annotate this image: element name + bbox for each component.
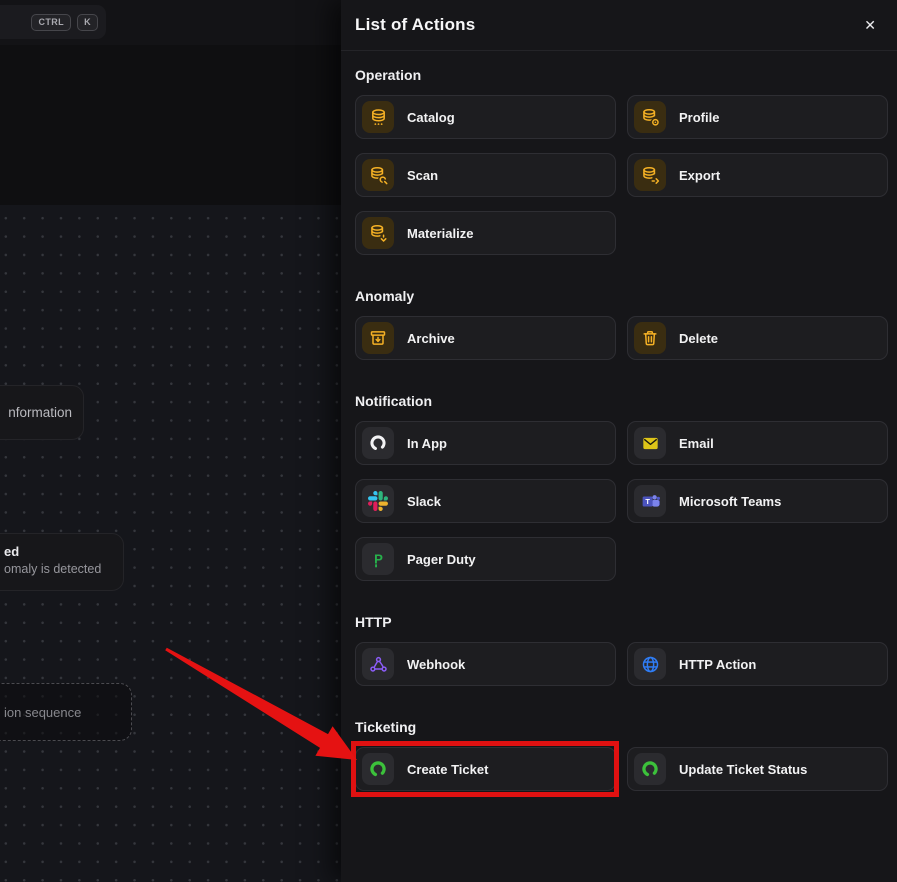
panel-header: List of Actions ✕ bbox=[341, 0, 897, 51]
action-label: Materialize bbox=[407, 225, 474, 241]
search-box[interactable]: CTRL K bbox=[0, 5, 106, 39]
materialize-database-icon bbox=[362, 217, 394, 249]
action-label: Pager Duty bbox=[407, 551, 476, 567]
action-label: Export bbox=[679, 167, 721, 183]
action-button-scan[interactable]: Scan bbox=[355, 153, 616, 197]
trash-icon bbox=[634, 322, 666, 354]
action-button-http-action[interactable]: HTTP Action bbox=[627, 642, 888, 686]
workflow-node-anomaly-detected[interactable]: ed omaly is detected bbox=[0, 533, 124, 591]
action-button-catalog[interactable]: Catalog bbox=[355, 95, 616, 139]
action-button-profile[interactable]: Profile bbox=[627, 95, 888, 139]
action-label: Archive bbox=[407, 330, 455, 346]
action-button-webhook[interactable]: Webhook bbox=[355, 642, 616, 686]
k-key-badge: K bbox=[77, 13, 98, 31]
action-button-export[interactable]: Export bbox=[627, 153, 888, 197]
action-button-delete[interactable]: Delete bbox=[627, 316, 888, 360]
action-label: Create Ticket bbox=[407, 761, 489, 777]
in-app-logo-icon bbox=[362, 427, 394, 459]
action-label: Scan bbox=[407, 167, 439, 183]
node-label: nformation bbox=[8, 405, 72, 420]
action-label: Email bbox=[679, 435, 714, 451]
action-label: In App bbox=[407, 435, 447, 451]
profile-database-icon bbox=[634, 101, 666, 133]
pagerduty-logo-icon: P bbox=[362, 543, 394, 575]
action-button-materialize[interactable]: Materialize bbox=[355, 211, 616, 255]
ticket-logo-icon bbox=[362, 753, 394, 785]
action-button-archive[interactable]: Archive bbox=[355, 316, 616, 360]
section-grid: In App Email Slack T Microsoft Teams P P… bbox=[355, 421, 888, 581]
action-button-in-app[interactable]: In App bbox=[355, 421, 616, 465]
section-grid: Archive Delete bbox=[355, 316, 888, 360]
ticket-logo-icon bbox=[634, 753, 666, 785]
section-title: Anomaly bbox=[355, 288, 415, 304]
action-label: Catalog bbox=[407, 109, 455, 125]
section-grid: Create Ticket Update Ticket Status bbox=[351, 741, 888, 797]
scan-database-icon bbox=[362, 159, 394, 191]
panel-body: Operation Catalog Profile Scan Export Ma… bbox=[341, 51, 897, 797]
ctrl-key-badge: CTRL bbox=[31, 13, 72, 31]
close-icon[interactable]: ✕ bbox=[860, 14, 880, 36]
panel-title: List of Actions bbox=[355, 15, 476, 34]
action-button-pager-duty[interactable]: P Pager Duty bbox=[355, 537, 616, 581]
section-title: Ticketing bbox=[355, 719, 417, 735]
action-label: Update Ticket Status bbox=[679, 761, 808, 777]
action-section-ticketing: Ticketing Create Ticket Update Ticket St… bbox=[351, 719, 888, 797]
section-title: Operation bbox=[355, 67, 422, 83]
action-button-update-ticket-status[interactable]: Update Ticket Status bbox=[627, 747, 888, 791]
action-label: HTTP Action bbox=[679, 656, 757, 672]
webhook-icon bbox=[362, 648, 394, 680]
node-label: ion sequence bbox=[4, 704, 82, 720]
action-button-microsoft-teams[interactable]: T Microsoft Teams bbox=[627, 479, 888, 523]
action-section-anomaly: Anomaly Archive Delete bbox=[355, 288, 888, 360]
workflow-node-action-sequence[interactable]: ion sequence bbox=[0, 683, 132, 741]
action-button-slack[interactable]: Slack bbox=[355, 479, 616, 523]
microsoft-teams-logo-icon: T bbox=[634, 485, 666, 517]
action-label: Microsoft Teams bbox=[679, 493, 782, 509]
action-label: Profile bbox=[679, 109, 720, 125]
node-title: ed bbox=[4, 544, 20, 559]
svg-text:P: P bbox=[374, 551, 383, 566]
section-title: HTTP bbox=[355, 614, 392, 630]
action-button-email[interactable]: Email bbox=[627, 421, 888, 465]
section-grid: Webhook HTTP Action bbox=[355, 642, 888, 686]
canvas-upper-area bbox=[0, 45, 341, 205]
action-label: Slack bbox=[407, 493, 441, 509]
section-title: Notification bbox=[355, 393, 432, 409]
archive-box-icon bbox=[362, 322, 394, 354]
action-section-operation: Operation Catalog Profile Scan Export Ma… bbox=[355, 67, 888, 255]
action-section-http: HTTP Webhook HTTP Action bbox=[355, 614, 888, 686]
action-section-notification: Notification In App Email Slack T Micros… bbox=[355, 393, 888, 581]
workflow-node-information[interactable]: nformation bbox=[0, 385, 84, 440]
app-screen: CTRL K nformation ed omaly is detected i… bbox=[0, 0, 897, 882]
section-grid: Catalog Profile Scan Export Materialize bbox=[355, 95, 888, 255]
list-of-actions-panel: List of Actions ✕ Operation Catalog Prof… bbox=[341, 0, 897, 882]
catalog-database-icon bbox=[362, 101, 394, 133]
canvas-topbar: CTRL K bbox=[0, 0, 341, 46]
action-button-create-ticket[interactable]: Create Ticket bbox=[351, 741, 619, 797]
export-database-icon bbox=[634, 159, 666, 191]
email-envelope-icon bbox=[634, 427, 666, 459]
node-subtitle: omaly is detected bbox=[4, 562, 102, 576]
slack-logo-icon bbox=[362, 485, 394, 517]
action-label: Delete bbox=[679, 330, 719, 346]
action-label: Webhook bbox=[407, 656, 466, 672]
svg-text:T: T bbox=[645, 497, 650, 506]
globe-icon bbox=[634, 648, 666, 680]
